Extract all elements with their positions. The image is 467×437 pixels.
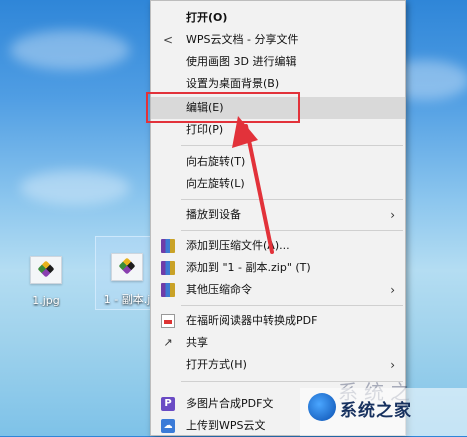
menu-separator xyxy=(181,145,403,146)
share-icon: < xyxy=(162,33,174,47)
menu-item-wps-share[interactable]: < WPS云文档 - 分享文件 xyxy=(151,29,405,51)
menu-item-other-compress[interactable]: 其他压缩命令 › xyxy=(151,279,405,301)
desktop-file-1[interactable]: 1.jpg xyxy=(18,244,74,310)
cloud-decoration xyxy=(20,170,130,205)
menu-separator xyxy=(181,199,403,200)
chevron-right-icon: › xyxy=(390,283,395,297)
share-icon: ↗ xyxy=(163,336,173,349)
chevron-right-icon: › xyxy=(390,358,395,372)
cloud-upload-icon: ☁ xyxy=(161,419,175,433)
menu-item-add-to-zip[interactable]: 添加到 "1 - 副本.zip" (T) xyxy=(151,257,405,279)
menu-separator xyxy=(181,305,403,306)
menu-item-paint3d[interactable]: 使用画图 3D 进行编辑 xyxy=(151,51,405,73)
menu-item-open-with[interactable]: 打开方式(H) › xyxy=(151,354,405,376)
annotation-highlight-box xyxy=(146,92,300,123)
archive-icon xyxy=(161,239,175,253)
menu-item-rotate-right[interactable]: 向右旋转(T) xyxy=(151,151,405,173)
archive-icon xyxy=(161,261,175,275)
context-menu: 打开(O) < WPS云文档 - 分享文件 使用画图 3D 进行编辑 设置为桌面… xyxy=(150,0,406,436)
pdf-doc-icon xyxy=(161,314,175,328)
pdf-merge-icon: P xyxy=(161,397,175,411)
menu-item-convert-pdf[interactable]: 在福昕阅读器中转换成PDF xyxy=(151,310,405,332)
menu-item-rotate-left[interactable]: 向左旋转(L) xyxy=(151,173,405,195)
image-thumbnail-icon xyxy=(30,256,62,284)
menu-item-add-to-archive[interactable]: 添加到压缩文件(A)... xyxy=(151,235,405,257)
menu-item-share[interactable]: ↗ 共享 xyxy=(151,332,405,354)
watermark-text: 系统之家 xyxy=(340,401,412,421)
watermark-logo-icon xyxy=(308,393,336,421)
chevron-right-icon: › xyxy=(390,208,395,222)
file-name: 1 - 副本.j xyxy=(103,293,151,306)
file-name: 1.jpg xyxy=(32,294,60,307)
menu-separator xyxy=(181,230,403,231)
cloud-decoration xyxy=(10,30,130,70)
archive-icon xyxy=(161,283,175,297)
menu-item-cast-to-device[interactable]: 播放到设备 › xyxy=(151,204,405,226)
menu-item-open[interactable]: 打开(O) xyxy=(151,7,405,29)
image-thumbnail-icon xyxy=(111,253,143,281)
